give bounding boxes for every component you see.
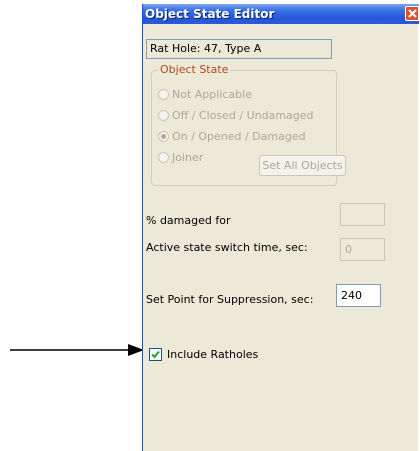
radio-icon xyxy=(158,89,169,100)
suppression-label: Set Point for Suppression, sec: xyxy=(146,293,314,306)
switch-time-label: Active state switch time, sec: xyxy=(146,241,308,254)
radio-on-opened-damaged[interactable]: On / Opened / Damaged xyxy=(158,130,306,144)
radio-label: Not Applicable xyxy=(172,88,252,101)
checkmark-icon xyxy=(151,350,160,359)
switch-time-input[interactable] xyxy=(340,238,385,261)
window-title: Object State Editor xyxy=(145,7,275,21)
radio-not-applicable[interactable]: Not Applicable xyxy=(158,88,252,102)
damaged-input[interactable] xyxy=(340,203,385,226)
include-ratholes-checkbox[interactable] xyxy=(149,348,162,361)
object-name-field: Rat Hole: 47, Type A xyxy=(146,39,332,59)
radio-selected-icon xyxy=(158,131,169,142)
object-state-legend: Object State xyxy=(158,63,231,76)
annotation-arrow xyxy=(10,344,144,356)
close-icon[interactable] xyxy=(405,6,419,21)
suppression-input[interactable] xyxy=(336,284,381,307)
title-bar[interactable]: Object State Editor xyxy=(143,4,419,24)
radio-joiner[interactable]: Joiner xyxy=(158,151,203,165)
radio-label: Off / Closed / Undamaged xyxy=(172,109,314,122)
set-all-objects-button[interactable]: Set All Objects xyxy=(259,155,346,176)
include-ratholes-label: Include Ratholes xyxy=(167,348,259,361)
object-state-editor-window: Object State Editor Rat Hole: 47, Type A… xyxy=(142,4,419,451)
object-state-group: Object State Not Applicable Off / Closed… xyxy=(151,63,346,186)
radio-off-closed-undamaged[interactable]: Off / Closed / Undamaged xyxy=(158,109,314,123)
radio-icon xyxy=(158,110,169,121)
radio-label: Joiner xyxy=(172,151,204,164)
radio-label: On / Opened / Damaged xyxy=(172,130,306,143)
radio-icon xyxy=(158,152,169,163)
damaged-label: % damaged for xyxy=(146,214,231,227)
